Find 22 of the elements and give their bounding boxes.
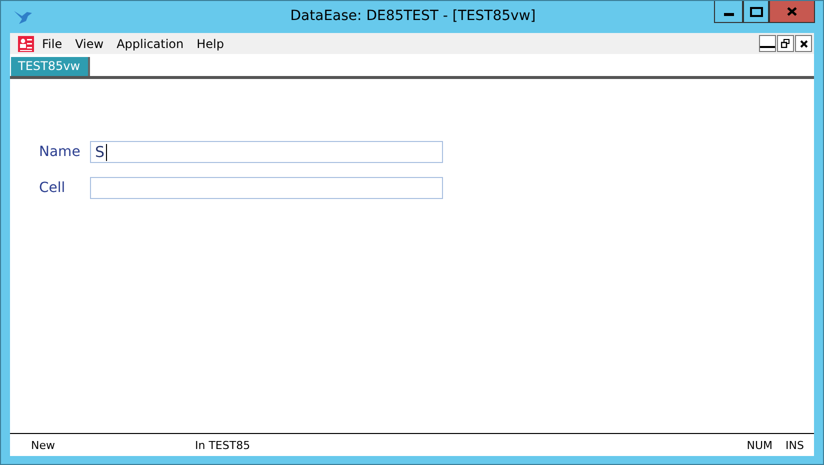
restore-icon <box>781 39 790 48</box>
input-field[interactable] <box>90 177 443 199</box>
field-label: Cell <box>39 180 66 196</box>
status-indicator: INS <box>786 438 804 452</box>
close-button[interactable] <box>795 35 812 52</box>
menu-item[interactable]: File <box>36 36 70 50</box>
status-indicator: NUM <box>746 438 773 452</box>
close-icon <box>800 40 808 48</box>
app-icon[interactable] <box>18 36 34 52</box>
minimize-button[interactable] <box>759 35 776 52</box>
window-title: DataEase: DE85TEST - [TEST85vw] <box>290 8 536 24</box>
menu-item[interactable]: Application <box>110 36 191 50</box>
input-field[interactable]: S <box>90 141 443 163</box>
minimize-button[interactable] <box>714 1 743 23</box>
field-label: Name <box>39 144 82 160</box>
menu-item[interactable]: Help <box>190 36 231 50</box>
status-mode: New <box>31 438 55 452</box>
restore-button[interactable] <box>777 35 794 52</box>
status-location: In TEST85 <box>195 438 250 452</box>
bird-icon <box>13 9 33 25</box>
menu-item[interactable]: View <box>69 36 111 50</box>
close-icon <box>787 7 797 16</box>
